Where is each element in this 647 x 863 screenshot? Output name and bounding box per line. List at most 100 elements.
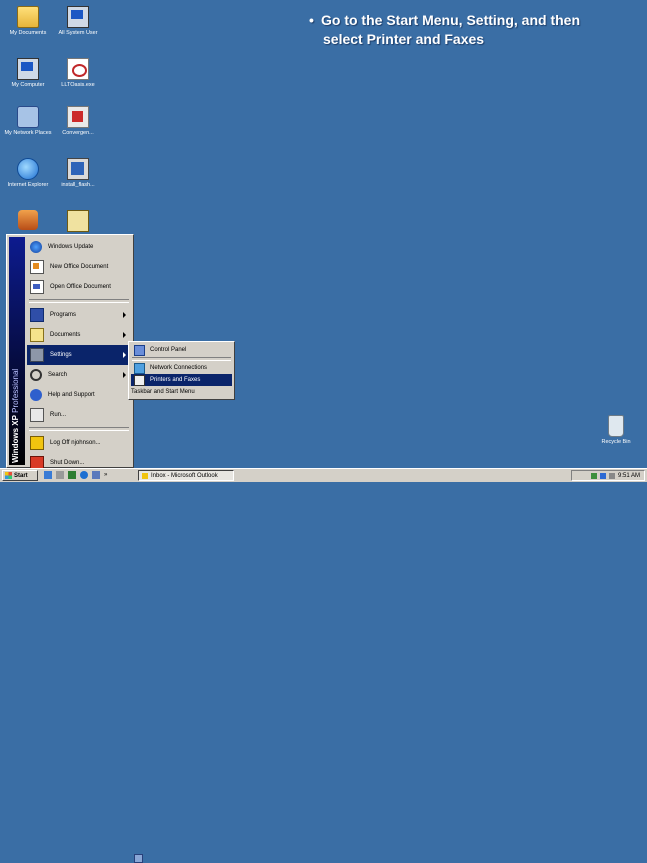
clock[interactable]: 9:51 AM [618, 473, 640, 479]
submenu-separator [132, 357, 231, 361]
desktop-icon-lltoasis[interactable]: LLTOasis.exe [54, 58, 102, 88]
desktop-icon-label: My Network Places [4, 130, 52, 136]
menu-separator [29, 299, 129, 303]
quicklaunch-app-icon[interactable] [92, 471, 100, 479]
instruction-line-2: select Printer and Faxes [323, 31, 485, 47]
desktop-icon-convergen[interactable]: Convergen... [54, 106, 102, 136]
desktop-icon-label: My Documents [9, 30, 47, 36]
banner-edition: Professional [11, 368, 20, 413]
menu-item-programs[interactable]: Programs [27, 305, 131, 325]
search-icon [30, 369, 42, 381]
desktop-icon-label: Convergen... [62, 130, 94, 136]
desktop-icon-label: Recycle Bin [601, 439, 631, 445]
menu-item-open-office-document[interactable]: Open Office Document [27, 277, 131, 297]
instruction-text: • Go to the Start Menu, Setting, and then… [309, 11, 645, 49]
start-button[interactable]: Start [2, 470, 38, 481]
computer-icon [17, 58, 39, 80]
printer-icon [134, 374, 145, 386]
desktop-icon-partial-1[interactable] [4, 210, 52, 232]
menu-item-run[interactable]: Run... [27, 405, 131, 425]
desktop-icon-my-computer[interactable]: My Computer [4, 58, 52, 88]
desktop-icon-my-network-places[interactable]: My Network Places [4, 106, 52, 136]
app-icon [18, 210, 38, 230]
menu-item-settings[interactable]: Settings [27, 345, 131, 365]
quicklaunch-more-icon[interactable]: » [104, 471, 114, 479]
settings-icon [30, 348, 44, 362]
help-icon [30, 389, 42, 401]
start-menu-banner: Windows XP Professional [9, 237, 25, 465]
submenu-item-network-connections[interactable]: Network Connections [131, 362, 232, 374]
submenu-item-label: Network Connections [150, 365, 208, 371]
menu-item-label: New Office Document [50, 264, 109, 270]
submenu-arrow-icon [123, 372, 126, 378]
recycle-bin-icon [608, 415, 624, 437]
menu-item-label: Open Office Document [50, 284, 111, 290]
menu-item-label: Search [48, 372, 68, 378]
start-menu: Windows XP Professional Windows Update N… [6, 234, 134, 470]
run-icon [30, 408, 44, 422]
menu-item-label: Windows Update [48, 244, 94, 250]
control-panel-icon [134, 344, 145, 356]
start-button-label: Start [14, 472, 28, 479]
menu-item-new-office-document[interactable]: New Office Document [27, 257, 131, 277]
quicklaunch-ie-icon[interactable] [80, 471, 88, 479]
desktop-icon-label: LLTOasis.exe [61, 82, 95, 88]
submenu-arrow-icon [123, 352, 126, 358]
taskbar-button-outlook[interactable]: Inbox - Microsoft Outlook [138, 470, 234, 481]
tray-network-icon[interactable] [599, 472, 606, 479]
menu-item-label: Settings [50, 352, 72, 358]
menu-item-label: Help and Support [48, 392, 95, 398]
desktop-icon-label: install_flash... [61, 182, 95, 188]
menu-item-help-and-support[interactable]: Help and Support [27, 385, 131, 405]
windows-update-icon [30, 241, 42, 253]
tray-volume-icon[interactable] [608, 472, 615, 479]
office-icon [30, 260, 44, 274]
menu-item-label: Documents [50, 332, 81, 338]
submenu-item-control-panel[interactable]: Control Panel [131, 344, 232, 356]
system-tray: 9:51 AM [571, 470, 645, 481]
submenu-item-taskbar-and-start-menu[interactable]: Taskbar and Start Menu [131, 386, 232, 863]
desktop-icon-recycle-bin[interactable]: Recycle Bin [592, 415, 640, 445]
submenu-item-label: Printers and Faxes [150, 377, 201, 383]
desktop-icon-all-system-user[interactable]: All System User [54, 6, 102, 36]
instruction-line-1: Go to the Start Menu, Setting, and then [321, 12, 580, 28]
app-icon [67, 210, 89, 232]
desktop-icon-label: Internet Explorer [7, 182, 49, 188]
exe-icon [67, 58, 89, 80]
submenu-item-label: Control Panel [150, 347, 187, 353]
menu-item-label: Run... [50, 412, 67, 418]
network-connections-icon [134, 362, 145, 374]
programs-icon [30, 308, 44, 322]
desktop-icon-partial-2[interactable] [54, 210, 102, 234]
menu-item-documents[interactable]: Documents [27, 325, 131, 345]
folder-icon [17, 6, 39, 28]
windows-logo-icon [5, 472, 12, 479]
computer-icon [67, 6, 89, 28]
submenu-item-printers-and-faxes[interactable]: Printers and Faxes [131, 374, 232, 386]
quicklaunch-app-icon[interactable] [68, 471, 76, 479]
tray-app-icon[interactable] [590, 472, 597, 479]
instruction-bullet: • [309, 12, 314, 28]
desktop-icon-label: All System User [58, 30, 98, 36]
menu-item-log-off[interactable]: Log Off njohnson... [27, 433, 131, 453]
desktop-icon-label: My Computer [11, 82, 45, 88]
menu-item-label: Shut Down... [50, 460, 85, 466]
submenu-arrow-icon [123, 332, 126, 338]
installer-icon [67, 158, 89, 180]
desktop-icon-internet-explorer[interactable]: Internet Explorer [4, 158, 52, 188]
desktop-icon-my-documents[interactable]: My Documents [4, 6, 52, 36]
menu-item-label: Programs [50, 312, 77, 318]
logoff-icon [30, 436, 44, 450]
quicklaunch-app-icon[interactable] [56, 471, 64, 479]
network-icon [17, 106, 39, 128]
outlook-icon [142, 472, 148, 479]
submenu-item-label: Taskbar and Start Menu [131, 389, 195, 395]
menu-item-windows-update[interactable]: Windows Update [27, 237, 131, 257]
documents-icon [30, 328, 44, 342]
menu-item-search[interactable]: Search [27, 365, 131, 385]
quicklaunch-desktop-icon[interactable] [44, 471, 52, 479]
desktop-icon-install-flash[interactable]: install_flash... [54, 158, 102, 188]
menu-separator [29, 427, 129, 431]
taskbar: Start » Inbox - Microsoft Outlook 9:51 A… [0, 468, 647, 482]
submenu-arrow-icon [123, 312, 126, 318]
